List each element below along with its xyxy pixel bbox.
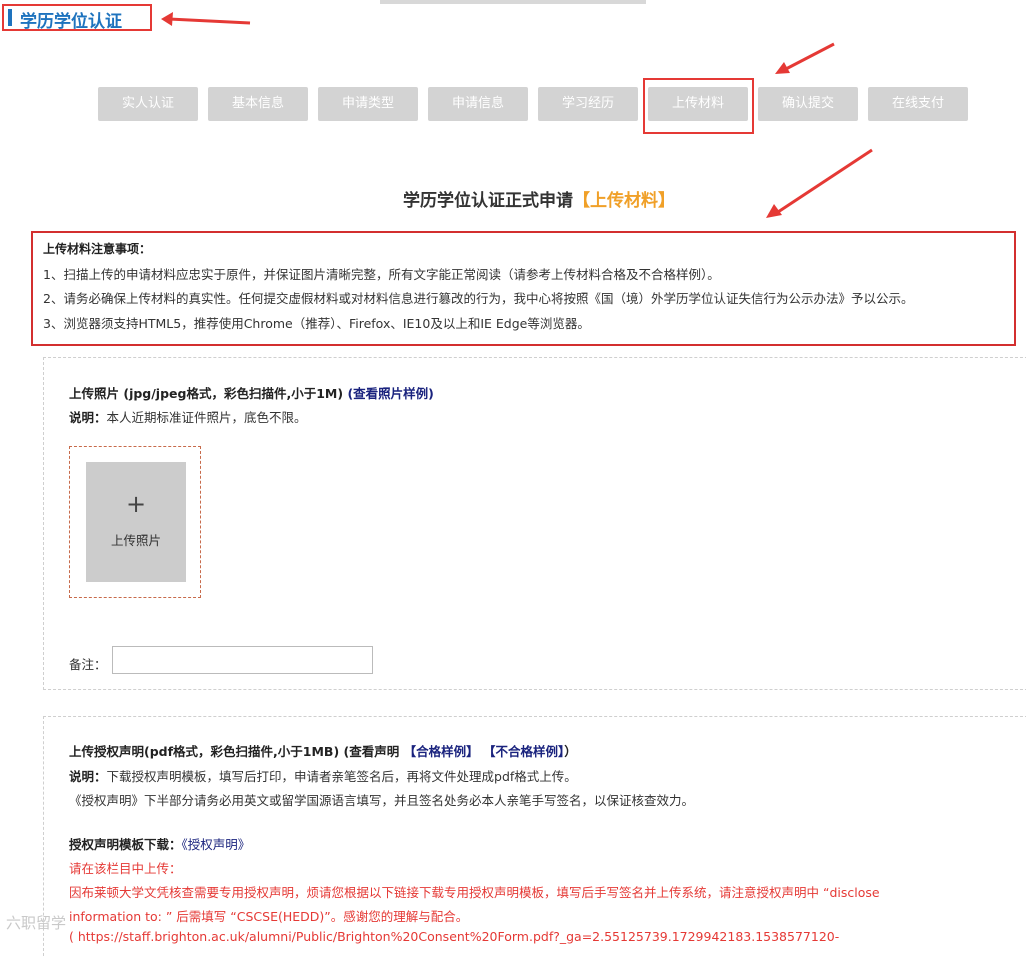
photo-title-text: 上传照片 (jpg/jpeg格式，彩色扫描件,小于1M): [69, 386, 344, 401]
auth-desc-text: 下载授权声明模板，填写后打印，申请者亲笔签名后，再将文件处理成pdf格式上传。: [106, 769, 577, 784]
auth-desc-label: 说明：: [69, 769, 107, 784]
upload-photo-button[interactable]: + 上传照片: [86, 462, 186, 582]
page-title-box: 学历学位认证: [2, 4, 152, 32]
authorization-upload-section: 上传授权声明(pdf格式，彩色扫描件,小于1MB) (查看声明 【合格样例】 【…: [43, 716, 1026, 956]
auth-section-title: 上传授权声明(pdf格式，彩色扫描件,小于1MB) (查看声明 【合格样例】 【…: [69, 741, 577, 760]
step-study-history[interactable]: 学习经历: [538, 87, 638, 121]
photo-sample-link[interactable]: (查看照片样例): [347, 386, 433, 401]
auth-desc-line-2: 《授权声明》下半部分请务必用英文或留学国源语言填写，并且签名处务必本人亲笔手写签…: [69, 793, 695, 808]
heading-text: 学历学位认证正式申请: [403, 191, 573, 211]
auth-ok-sample-link[interactable]: 【合格样例】: [404, 744, 479, 759]
notice-line-3: 3、浏览器须支持HTML5，推荐使用Chrome（推荐）、Firefox、IE1…: [43, 316, 590, 331]
upload-notice-box: 上传材料注意事项： 1、扫描上传的申请材料应忠实于原件，并保证图片清晰完整，所有…: [31, 231, 1016, 346]
auth-template-link[interactable]: 《授权声明》: [182, 837, 251, 852]
auth-desc: 说明：下载授权声明模板，填写后打印，申请者亲笔签名后，再将文件处理成pdf格式上…: [69, 766, 577, 785]
plus-icon: +: [125, 490, 147, 518]
photo-section-title: 上传照片 (jpg/jpeg格式，彩色扫描件,小于1M) (查看照片样例): [69, 383, 434, 402]
auth-title-text: 上传授权声明(pdf格式，彩色扫描件,小于1MB) (查看声明: [69, 744, 400, 759]
photo-desc-label: 说明：: [69, 410, 107, 425]
step-apply-type[interactable]: 申请类型: [318, 87, 418, 121]
remark-input[interactable]: [112, 646, 373, 674]
step-online-payment[interactable]: 在线支付: [868, 87, 968, 121]
watermark-logo: 六职留学: [6, 914, 67, 932]
notice-title: 上传材料注意事项：: [43, 242, 152, 256]
auth-title-close: ）: [564, 744, 577, 759]
step-apply-info[interactable]: 申请信息: [428, 87, 528, 121]
auth-bad-sample-link[interactable]: 【不合格样例】: [483, 744, 564, 759]
title-accent-bar: [8, 9, 12, 26]
main-heading: 学历学位认证正式申请【上传材料】: [0, 186, 1026, 211]
step-real-person[interactable]: 实人认证: [98, 87, 198, 121]
page-title: 学历学位认证: [20, 12, 122, 32]
remark-label: 备注：: [69, 657, 107, 672]
step-highlight-box: [643, 78, 754, 134]
upload-photo-label: 上传照片: [110, 533, 161, 548]
arrow-annotation-title: [161, 12, 251, 26]
photo-section-desc: 说明：本人近期标准证件照片，底色不限。: [69, 407, 307, 426]
arrow-annotation-step: [775, 42, 835, 74]
heading-highlight: 【上传材料】: [573, 191, 675, 211]
photo-upload-frame: + 上传照片: [69, 446, 201, 598]
photo-desc-text: 本人近期标准证件照片，底色不限。: [106, 410, 307, 425]
auth-red-line-3: information to: ” 后需填写 “CSCSE(HEDD)”。感谢您…: [69, 909, 469, 924]
auth-red-line-2: 因布莱顿大学文凭核查需要专用授权声明，烦请您根据以下链接下载专用授权声明模板，填…: [69, 885, 880, 900]
auth-template-row: 授权声明模板下载：《授权声明》: [69, 834, 250, 853]
notice-line-1: 1、扫描上传的申请材料应忠实于原件，并保证图片清晰完整，所有文字能正常阅读（请参…: [43, 267, 720, 282]
step-basic-info[interactable]: 基本信息: [208, 87, 308, 121]
photo-upload-section: 上传照片 (jpg/jpeg格式，彩色扫描件,小于1M) (查看照片样例) 说明…: [43, 357, 1026, 690]
notice-line-2: 2、请务必确保上传材料的真实性。任何提交虚假材料或对材料信息进行篡改的行为，我中…: [43, 291, 914, 306]
auth-template-label: 授权声明模板下载：: [69, 837, 182, 852]
step-confirm-submit[interactable]: 确认提交: [758, 87, 858, 121]
auth-red-line-1: 请在该栏目中上传：: [69, 861, 182, 876]
top-scroll-stub: [380, 0, 646, 4]
auth-consent-url[interactable]: ( https://staff.brighton.ac.uk/alumni/Pu…: [69, 929, 839, 944]
